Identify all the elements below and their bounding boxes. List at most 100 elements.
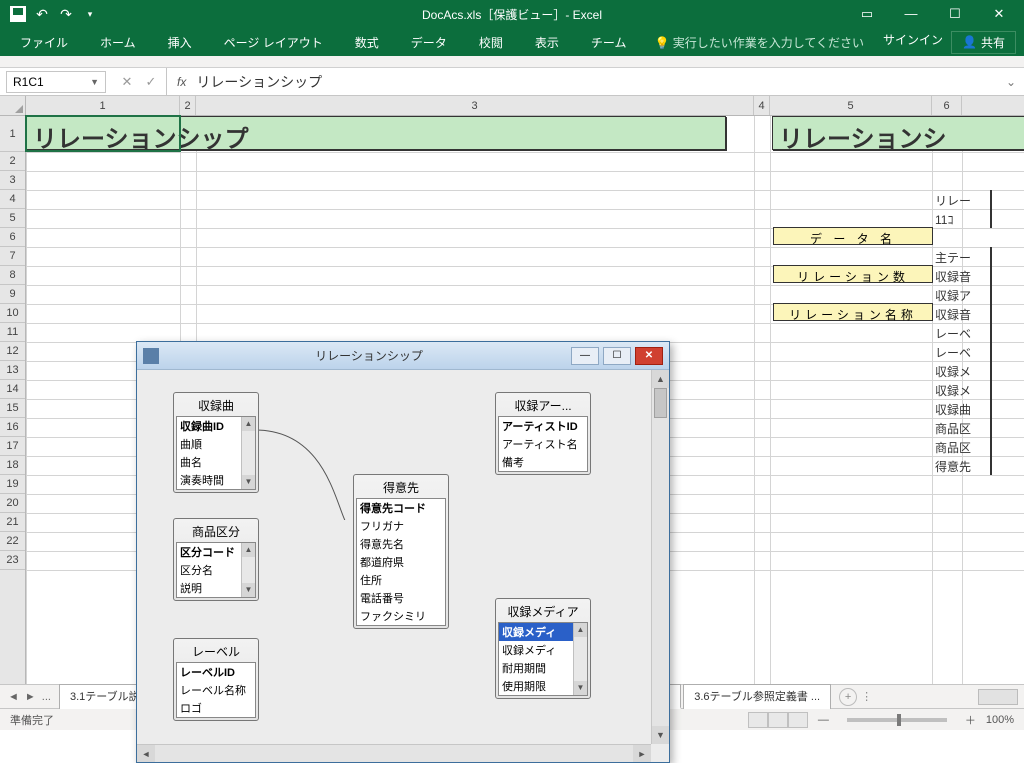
formula-input[interactable]: リレーションシップ — [196, 72, 322, 92]
zoom-level[interactable]: 100% — [986, 714, 1014, 726]
scroll-thumb[interactable] — [654, 388, 667, 418]
column-header[interactable]: 2 — [180, 96, 196, 115]
cell[interactable]: 商品区 — [932, 437, 992, 456]
cell[interactable]: 11ｺ — [932, 209, 992, 228]
dialog-vscrollbar[interactable]: ▲ ▼ — [651, 370, 669, 744]
cell[interactable]: レーベ — [932, 323, 992, 342]
signin-link[interactable]: サインイン — [883, 31, 943, 54]
table-field[interactable]: 区分名 — [177, 561, 241, 579]
label-data-name[interactable]: デ ー タ 名 — [773, 227, 933, 245]
dialog-hscrollbar[interactable]: ◄ ► — [137, 744, 651, 762]
dialog-body[interactable]: 収録曲収録曲ID曲順曲名演奏時間▲▼ 商品区分区分コード区分名説明▲▼ レーベルレー… — [137, 370, 669, 762]
tab-formulas[interactable]: 数式 — [343, 30, 391, 55]
row-header[interactable]: 15 — [0, 399, 25, 418]
sheet-nav-prev-icon[interactable]: ► — [25, 691, 36, 703]
sheet-nav-first-icon[interactable]: ◄ — [8, 691, 19, 703]
row-header[interactable]: 1 — [0, 116, 25, 152]
redo-icon[interactable]: ↷ — [56, 4, 76, 24]
name-box[interactable]: R1C1 ▼ — [6, 71, 106, 93]
close-icon[interactable]: ✕ — [986, 6, 1012, 22]
save-icon[interactable] — [8, 4, 28, 24]
tell-me-input[interactable]: 💡 実行したい作業を入力してください — [654, 34, 864, 51]
table-field[interactable]: 住所 — [357, 571, 445, 589]
cell[interactable]: 収録ア — [932, 285, 992, 304]
table-field-list[interactable]: アーティストIDアーティスト名備考 — [498, 416, 588, 472]
scroll-right-icon[interactable]: ► — [633, 745, 651, 762]
cells-area[interactable]: リレーションシップ リレーションシ デ ー タ 名 リレーション数 リレーション… — [26, 116, 1024, 684]
label-relation-count[interactable]: リレーション数 — [773, 265, 933, 283]
cell[interactable]: 収録音 — [932, 304, 992, 323]
table-t2[interactable]: 商品区分区分コード区分名説明▲▼ — [173, 518, 259, 601]
view-pagebreak-icon[interactable] — [788, 712, 808, 728]
cancel-formula-icon[interactable]: ✕ — [118, 74, 136, 90]
row-header[interactable]: 18 — [0, 456, 25, 475]
row-header[interactable]: 9 — [0, 285, 25, 304]
expand-formula-icon[interactable]: ⌄ — [998, 75, 1024, 89]
dialog-close-icon[interactable]: ✕ — [635, 347, 663, 365]
table-field[interactable]: 曲順 — [177, 435, 241, 453]
cell[interactable]: 収録音 — [932, 266, 992, 285]
table-scrollbar[interactable]: ▲▼ — [241, 417, 255, 489]
row-header[interactable]: 5 — [0, 209, 25, 228]
tab-insert[interactable]: 挿入 — [156, 30, 204, 55]
row-header[interactable]: 4 — [0, 190, 25, 209]
share-button[interactable]: 👤共有 — [951, 31, 1016, 54]
table-field[interactable]: 演奏時間 — [177, 471, 241, 489]
cell[interactable]: 得意先 — [932, 456, 992, 475]
table-field[interactable]: レーベル名称 — [177, 681, 255, 699]
table-scrollbar[interactable]: ▲▼ — [573, 623, 587, 695]
dialog-minimize-icon[interactable]: — — [571, 347, 599, 365]
enter-formula-icon[interactable]: ✓ — [142, 74, 160, 90]
scroll-left-icon[interactable]: ◄ — [137, 745, 155, 762]
table-field-list[interactable]: レーベルIDレーベル名称ロゴ — [176, 662, 256, 718]
sheet-nav-more2-icon[interactable]: ⋮ — [861, 690, 872, 703]
row-header[interactable]: 23 — [0, 551, 25, 570]
tab-home[interactable]: ホーム — [88, 30, 148, 55]
sheet-hscrollbar[interactable] — [978, 689, 1018, 705]
table-t3[interactable]: レーベルレーベルIDレーベル名称ロゴ — [173, 638, 259, 721]
row-header[interactable]: 10 — [0, 304, 25, 323]
add-sheet-button[interactable]: + — [839, 688, 857, 706]
select-all-corner[interactable] — [0, 96, 26, 115]
table-field[interactable]: 収録メディ — [499, 623, 573, 641]
row-header[interactable]: 11 — [0, 323, 25, 342]
table-t4[interactable]: 得意先得意先コードフリガナ得意先名都道府県住所電話番号ファクシミリ — [353, 474, 449, 629]
tab-pagelayout[interactable]: ページ レイアウト — [212, 30, 335, 55]
cell[interactable]: 商品区 — [932, 418, 992, 437]
cell[interactable]: 主テー — [932, 247, 992, 266]
table-field[interactable]: レーベルID — [177, 663, 255, 681]
table-field[interactable]: 曲名 — [177, 453, 241, 471]
cell[interactable]: レーベ — [932, 342, 992, 361]
maximize-icon[interactable]: ☐ — [942, 6, 968, 22]
sheet-nav-more-icon[interactable]: ... — [42, 691, 51, 703]
view-normal-icon[interactable] — [748, 712, 768, 728]
sheet-tab[interactable]: 3.6テーブル参照定義書 ... — [683, 684, 831, 709]
qat-more-icon[interactable]: ▾ — [80, 4, 100, 24]
row-header[interactable]: 17 — [0, 437, 25, 456]
row-header[interactable]: 8 — [0, 266, 25, 285]
chevron-down-icon[interactable]: ▼ — [90, 77, 99, 87]
tab-team[interactable]: チーム — [579, 30, 639, 55]
row-header[interactable]: 22 — [0, 532, 25, 551]
table-field-list[interactable]: 得意先コードフリガナ得意先名都道府県住所電話番号ファクシミリ — [356, 498, 446, 626]
cell-title-right[interactable]: リレーションシ — [772, 116, 1024, 150]
table-scrollbar[interactable]: ▲▼ — [241, 543, 255, 597]
tab-data[interactable]: データ — [399, 30, 459, 55]
table-field[interactable]: 使用期限 — [499, 677, 573, 695]
zoom-in-button[interactable]: ＋ — [965, 712, 976, 728]
column-header[interactable]: 4 — [754, 96, 770, 115]
relationships-dialog[interactable]: リレーションシップ — ☐ ✕ 収録曲収録曲ID曲順曲名演奏時間▲▼商品区分区分… — [136, 341, 670, 763]
table-field[interactable]: ロゴ — [177, 699, 255, 717]
table-t1[interactable]: 収録曲収録曲ID曲順曲名演奏時間▲▼ — [173, 392, 259, 493]
cell[interactable]: リレー — [932, 190, 992, 209]
table-field[interactable]: 電話番号 — [357, 589, 445, 607]
table-field[interactable]: 耐用期間 — [499, 659, 573, 677]
row-header[interactable]: 20 — [0, 494, 25, 513]
label-relation-names[interactable]: リレーション名称 — [773, 303, 933, 321]
row-header[interactable]: 14 — [0, 380, 25, 399]
table-field[interactable]: アーティスト名 — [499, 435, 587, 453]
tab-view[interactable]: 表示 — [523, 30, 571, 55]
scroll-down-icon[interactable]: ▼ — [652, 726, 669, 744]
column-header[interactable]: 3 — [196, 96, 754, 115]
row-header[interactable]: 21 — [0, 513, 25, 532]
